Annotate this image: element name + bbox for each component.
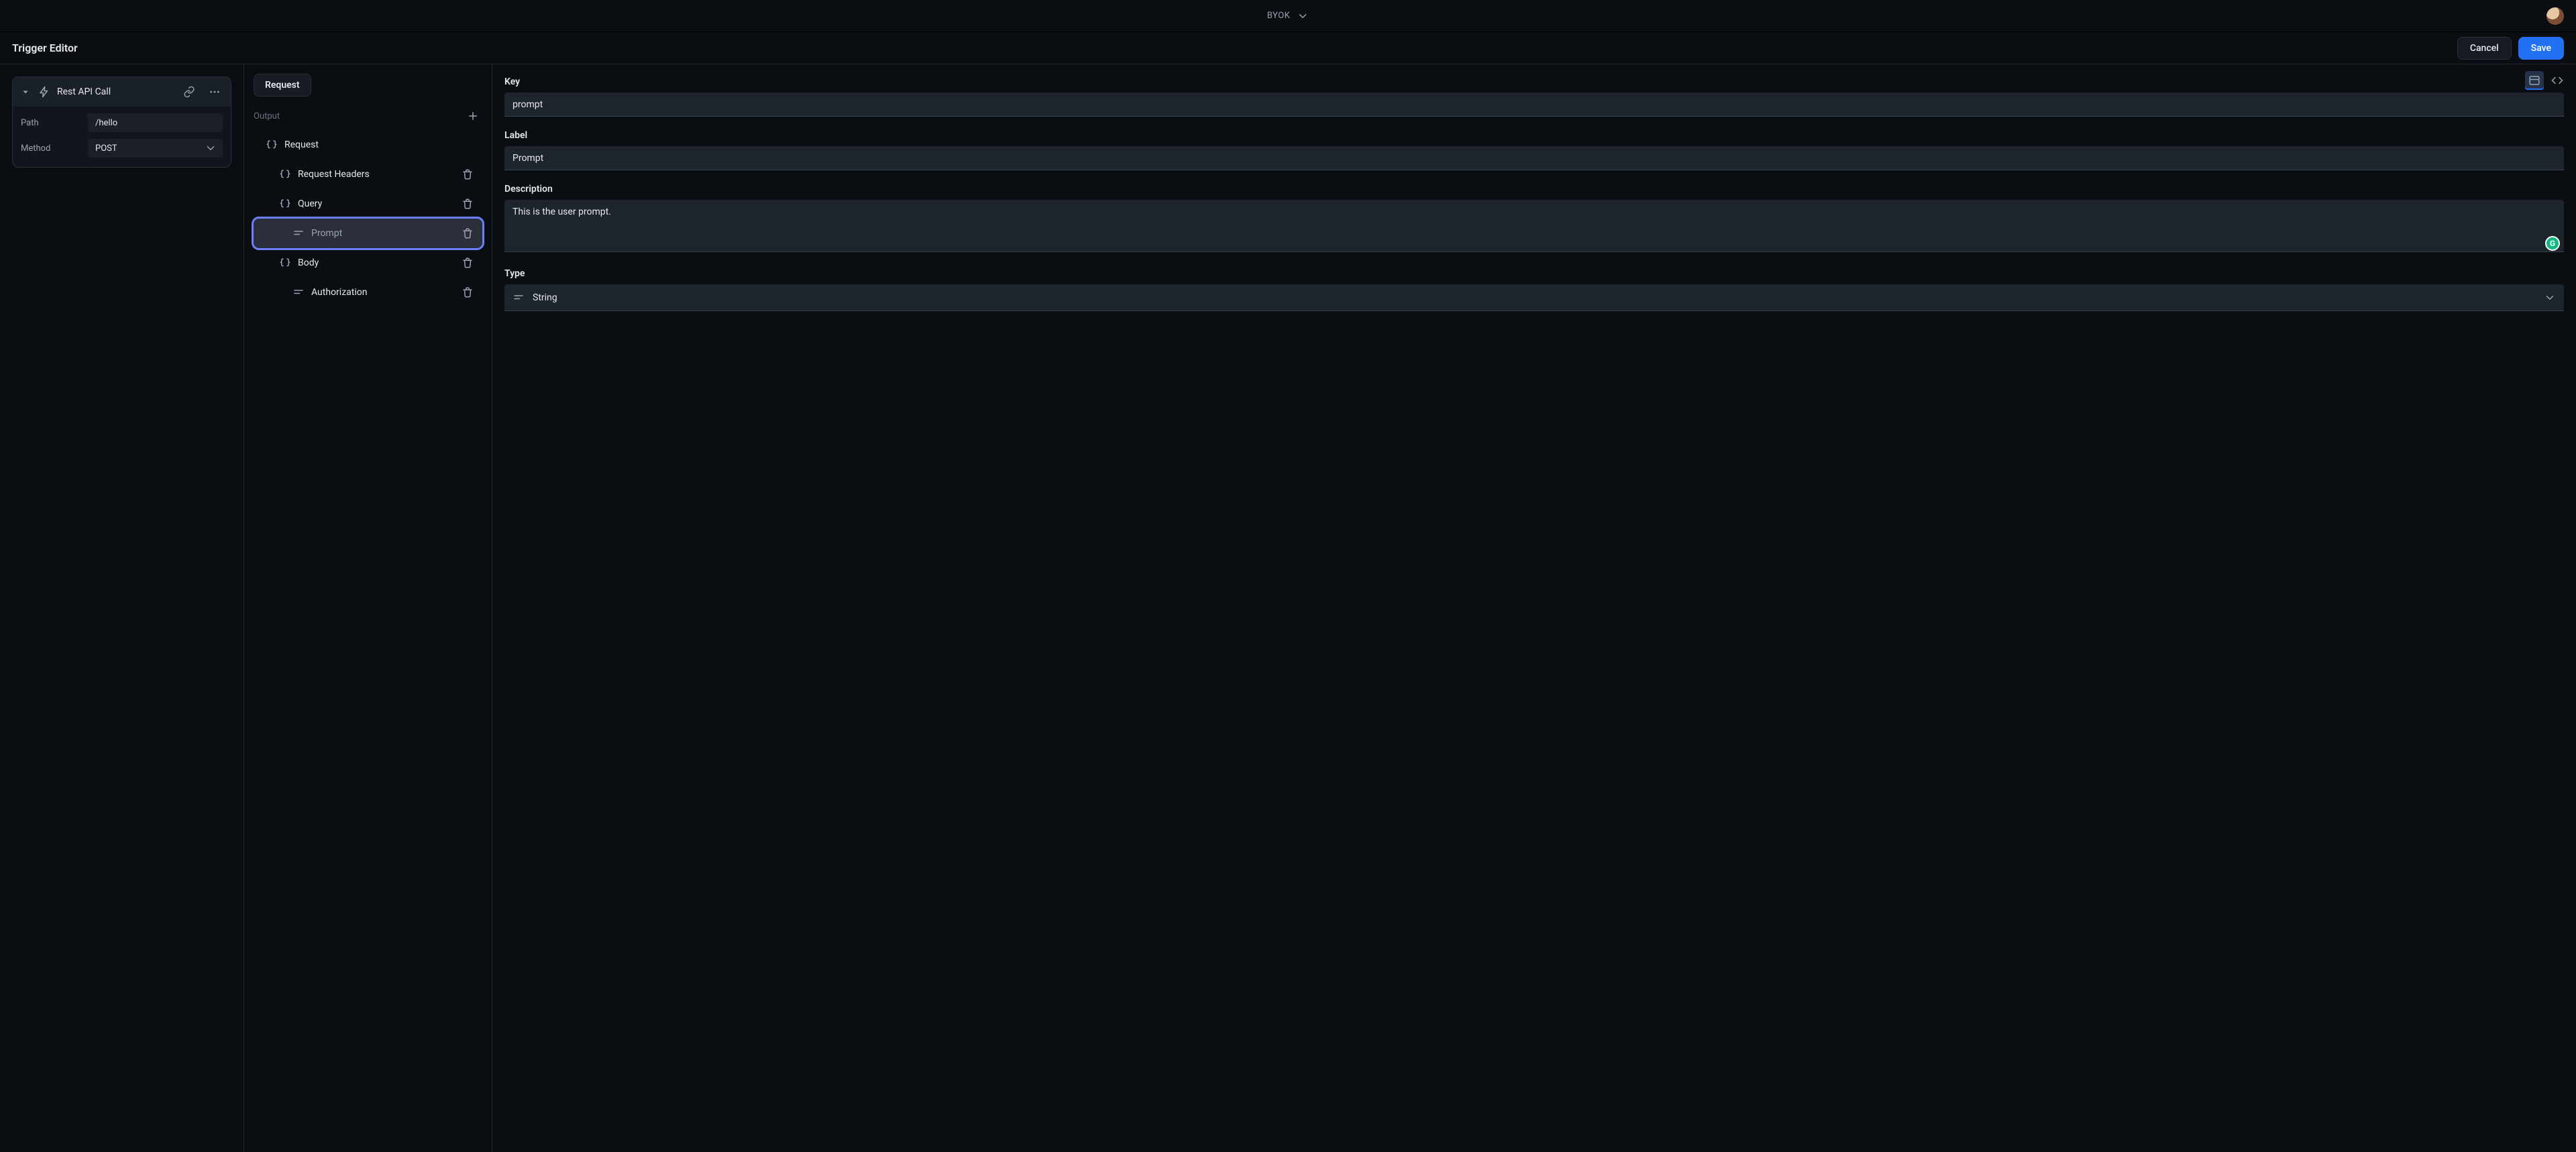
view-form-button[interactable] [2525, 71, 2544, 90]
editor-header: Trigger Editor Cancel Save [0, 32, 2576, 64]
cancel-button[interactable]: Cancel [2457, 37, 2512, 60]
trigger-node-header[interactable]: Rest API Call [13, 77, 231, 107]
tab-request[interactable]: Request [254, 74, 311, 97]
layout-icon [2528, 74, 2540, 87]
braces-icon [278, 168, 292, 180]
tree-item-authorization[interactable]: Authorization [254, 278, 482, 307]
type-select[interactable]: String [504, 284, 2564, 311]
workspace-selector[interactable]: BYOK [1267, 10, 1309, 22]
field-description: Description G [504, 184, 2564, 255]
tree-label: Authorization [311, 287, 458, 298]
tree-item-body[interactable]: Body [254, 248, 482, 278]
avatar[interactable] [2546, 7, 2564, 25]
caret-down-icon [19, 86, 32, 98]
text-icon [291, 286, 306, 298]
type-value: String [533, 292, 557, 303]
delete-button[interactable] [458, 165, 477, 184]
middle-tabs: Request [244, 64, 492, 97]
link-icon [183, 86, 195, 98]
output-section: Output Request Request Headers Query [244, 97, 492, 316]
trigger-node-body: Path Method POST [13, 107, 231, 167]
right-panel: Key Label Description G Type String [492, 64, 2576, 1152]
output-section-head: Output [254, 106, 482, 126]
link-button[interactable] [180, 82, 199, 101]
type-label: Type [504, 268, 2564, 279]
trash-icon [462, 198, 474, 210]
topbar: BYOK [0, 0, 2576, 32]
trash-icon [462, 227, 474, 239]
tree-label: Request [284, 139, 482, 150]
view-code-button[interactable] [2548, 71, 2567, 90]
tree-item-prompt[interactable]: Prompt [254, 219, 482, 248]
trigger-node-card: Rest API Call Path Method POST [12, 76, 231, 168]
middle-panel: Request Output Request Request Headers [244, 64, 492, 1152]
key-input[interactable] [504, 93, 2564, 117]
braces-icon [278, 257, 292, 269]
path-row: Path [21, 113, 223, 132]
code-icon [2551, 74, 2563, 87]
method-select[interactable]: POST [88, 139, 223, 158]
tree-label: Body [298, 257, 458, 268]
dots-icon [209, 86, 221, 98]
add-output-button[interactable] [464, 107, 482, 125]
method-value: POST [95, 143, 117, 154]
description-input[interactable] [504, 200, 2564, 252]
tree-label: Request Headers [298, 169, 458, 180]
grammarly-badge[interactable]: G [2545, 236, 2560, 251]
delete-button[interactable] [458, 224, 477, 243]
trigger-node-title: Rest API Call [57, 87, 173, 97]
tree-item-query[interactable]: Query [254, 189, 482, 219]
label-label: Label [504, 130, 2564, 141]
key-label: Key [504, 76, 2564, 87]
tree-item-request-headers[interactable]: Request Headers [254, 160, 482, 189]
page-title: Trigger Editor [12, 42, 78, 54]
text-icon [513, 292, 525, 304]
method-row: Method POST [21, 139, 223, 158]
trash-icon [462, 257, 474, 269]
text-icon [291, 227, 306, 239]
delete-button[interactable] [458, 253, 477, 272]
output-tree: Request Request Headers Query Prompt [254, 130, 482, 307]
field-type: Type String [504, 268, 2564, 311]
path-label: Path [21, 118, 88, 128]
trash-icon [462, 286, 474, 298]
path-input[interactable] [88, 113, 223, 132]
view-toggle [2525, 71, 2567, 90]
chevron-down-icon [2544, 292, 2556, 304]
bolt-icon [38, 86, 50, 98]
left-panel: Rest API Call Path Method POST [0, 64, 244, 1152]
method-label: Method [21, 143, 88, 154]
plus-icon [467, 110, 479, 122]
more-button[interactable] [205, 82, 224, 101]
output-label: Output [254, 111, 280, 121]
main: Rest API Call Path Method POST [0, 64, 2576, 1152]
chevron-down-icon [205, 142, 217, 154]
chevron-down-icon [1297, 10, 1309, 22]
workspace-name: BYOK [1267, 11, 1290, 21]
delete-button[interactable] [458, 283, 477, 302]
braces-icon [278, 198, 292, 210]
delete-button[interactable] [458, 194, 477, 213]
braces-icon [264, 139, 279, 151]
field-key: Key [504, 76, 2564, 117]
tree-label: Query [298, 198, 458, 209]
trash-icon [462, 168, 474, 180]
header-actions: Cancel Save [2457, 37, 2564, 60]
tree-label: Prompt [311, 228, 458, 239]
description-label: Description [504, 184, 2564, 194]
field-label: Label [504, 130, 2564, 170]
label-input[interactable] [504, 146, 2564, 170]
tree-item-request[interactable]: Request [254, 130, 482, 160]
save-button[interactable]: Save [2518, 37, 2564, 60]
